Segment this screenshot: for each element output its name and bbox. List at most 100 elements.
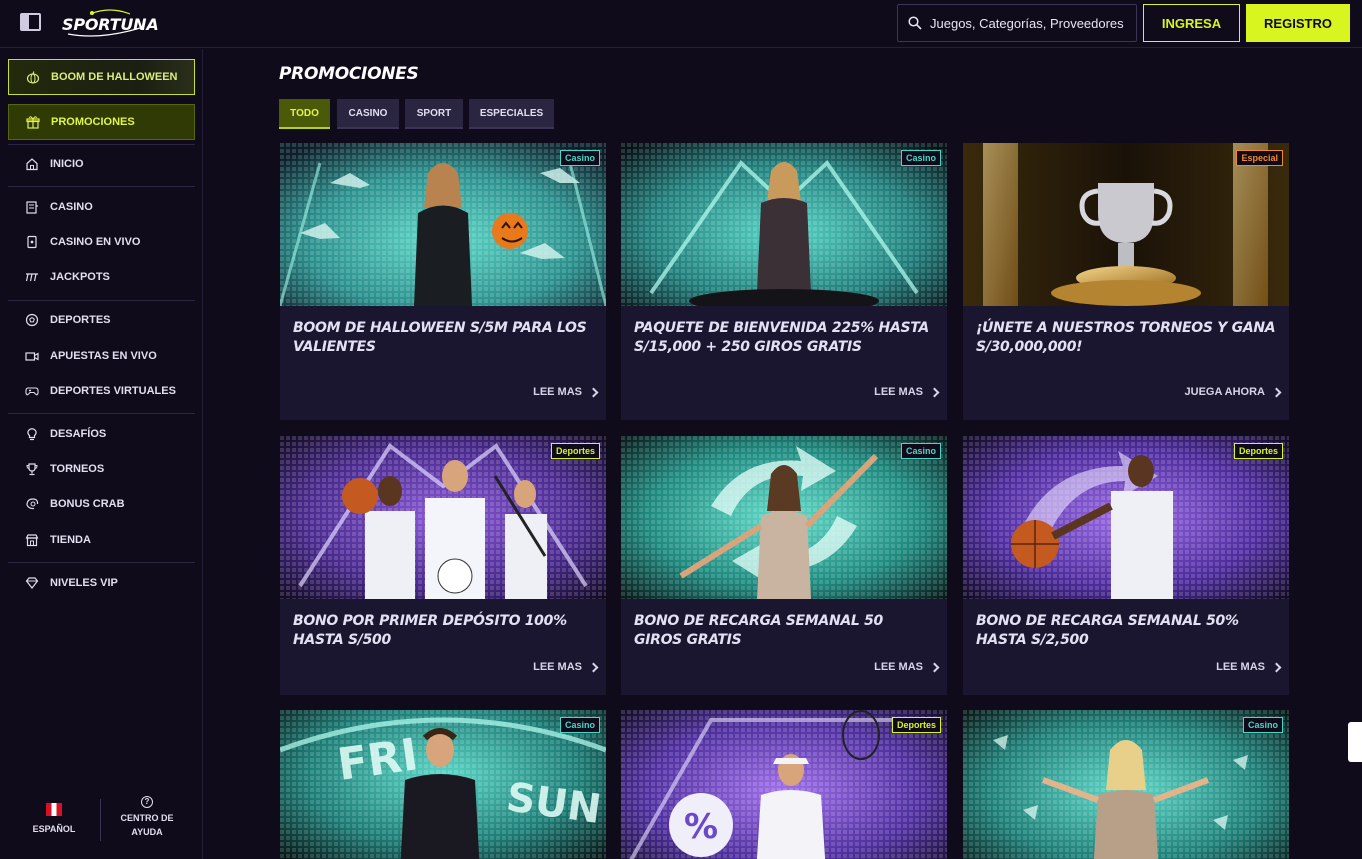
sidebar-footer: ESPAÑOL ? CENTRO DE AYUDA (0, 796, 202, 859)
cta-label: LEE MAS (1216, 661, 1265, 673)
sidebar-item-promociones[interactable]: PROMOCIONES (8, 104, 195, 140)
search-icon (908, 16, 922, 30)
sidebar-item-label: PROMOCIONES (51, 116, 135, 128)
sidebar-item-deportes[interactable]: DEPORTES (8, 304, 195, 336)
sidebar-item-label: DEPORTES VIRTUALES (50, 385, 176, 397)
promo-card[interactable]: Casino PAQUETE DE BIENVENIDA 225% HASTA … (621, 143, 947, 420)
chevron-right-icon (1271, 662, 1282, 672)
promo-card[interactable]: % Deportes (621, 710, 947, 859)
question-icon: ? (141, 796, 153, 808)
sidebar-item-tienda[interactable]: TIENDA (8, 524, 195, 556)
page-title: PROMOCIONES (279, 64, 419, 84)
promo-card[interactable]: Especial ¡ÚNETE A NUESTROS TORNEOS Y GAN… (963, 143, 1289, 420)
chevron-right-icon (1271, 387, 1282, 397)
lightbulb-icon (24, 426, 40, 442)
help-center-link[interactable]: ? CENTRO DE AYUDA (112, 796, 182, 839)
sidebar-item-halloween[interactable]: BOOM DE HALLOWEEN (8, 59, 195, 95)
logo[interactable]: SPORTUNA (60, 8, 160, 40)
sidebar-item-jackpots[interactable]: JACKPOTS (8, 261, 195, 293)
sidebar-item-label: JACKPOTS (50, 271, 110, 283)
category-badge: Deportes (1233, 443, 1283, 459)
sidebar-item-deportes-virtuales[interactable]: DEPORTES VIRTUALES (8, 375, 195, 407)
read-more-link[interactable]: LEE MAS (874, 386, 940, 398)
search-box[interactable] (897, 4, 1137, 42)
sidebar-toggle-icon[interactable] (20, 13, 41, 31)
sidebar-item-label: TIENDA (50, 534, 91, 546)
sidebar-item-casino-en-vivo[interactable]: CASINO EN VIVO (8, 226, 195, 258)
image-text-percent: % (684, 807, 718, 847)
sidebar-item-label: NIVELES VIP (50, 577, 118, 589)
sidebar-item-label: TORNEOS (50, 463, 105, 475)
read-more-link[interactable]: LEE MAS (1216, 661, 1282, 673)
trophy-icon (24, 461, 40, 477)
promo-card[interactable]: Deportes BONO POR PRIMER DEPÓSITO 100% H… (280, 436, 606, 695)
sidebar-item-label: CASINO (50, 201, 93, 213)
tab-todo[interactable]: TODO (279, 99, 330, 129)
live-casino-icon (24, 234, 40, 250)
promo-title: ¡ÚNETE A NUESTROS TORNEOS Y GANA S/30,00… (976, 320, 1276, 355)
tab-casino[interactable]: CASINO (337, 99, 399, 129)
sidebar-divider (8, 144, 195, 145)
soccer-ball-icon (24, 312, 40, 328)
promo-image: Casino (621, 143, 947, 306)
store-icon (24, 532, 40, 548)
promo-card[interactable]: Casino BOOM DE HALLOWEEN S/5M PARA LOS V… (280, 143, 606, 420)
sidebar-divider (8, 562, 195, 563)
promo-card[interactable]: Casino (963, 710, 1289, 859)
play-now-link[interactable]: JUEGA AHORA (1184, 386, 1282, 398)
promo-card[interactable]: Casino BONO DE RECARGA SEMANAL 50 GIROS … (621, 436, 947, 695)
sidebar-item-inicio[interactable]: INICIO (8, 148, 195, 180)
chevron-right-icon (588, 387, 599, 397)
gift-icon (25, 114, 41, 130)
sidebar-divider (8, 300, 195, 301)
tab-sport[interactable]: SPORT (405, 99, 463, 129)
login-button[interactable]: INGRESA (1143, 4, 1240, 42)
sidebar-item-label: CASINO EN VIVO (50, 236, 141, 248)
read-more-link[interactable]: LEE MAS (874, 661, 940, 673)
category-badge: Casino (900, 150, 941, 166)
promo-image: % Deportes (621, 710, 947, 859)
language-selector[interactable]: ESPAÑOL (24, 803, 84, 834)
sidebar-item-label: DESAFÍOS (50, 428, 107, 440)
pumpkin-icon (25, 69, 41, 85)
sidebar-item-label: DEPORTES (50, 314, 111, 326)
video-icon (24, 348, 40, 364)
register-button[interactable]: REGISTRO (1246, 4, 1350, 42)
read-more-link[interactable]: LEE MAS (533, 386, 599, 398)
tab-especiales[interactable]: ESPECIALES (469, 99, 554, 129)
promo-image: Especial (963, 143, 1289, 306)
sidebar-item-label: APUESTAS EN VIVO (50, 350, 157, 362)
sidebar-item-label: BOOM DE HALLOWEEN (51, 71, 178, 83)
cta-label: LEE MAS (533, 386, 582, 398)
promo-title: BOOM DE HALLOWEEN S/5M PARA LOS VALIENTE… (293, 320, 587, 355)
home-icon (24, 156, 40, 172)
promo-title: BONO DE RECARGA SEMANAL 50 GIROS GRATIS (634, 613, 883, 648)
sidebar-item-casino[interactable]: CASINO (8, 191, 195, 223)
sidebar-item-desafios[interactable]: DESAFÍOS (8, 418, 195, 450)
sidebar-item-bonus-crab[interactable]: BONUS CRAB (8, 488, 195, 520)
help-label-line2: AYUDA (131, 827, 163, 837)
sidebar-divider (8, 186, 195, 187)
sidebar-item-niveles-vip[interactable]: NIVELES VIP (8, 567, 195, 599)
promo-image: Casino (963, 710, 1289, 859)
feedback-side-tab[interactable] (1348, 722, 1362, 762)
promo-card[interactable]: FRI SUN Casino (280, 710, 606, 859)
sidebar-item-torneos[interactable]: TORNEOS (8, 453, 195, 485)
sidebar-item-apuestas-en-vivo[interactable]: APUESTAS EN VIVO (8, 340, 195, 372)
footer-divider (100, 799, 101, 841)
top-header: SPORTUNA INGRESA REGISTRO (0, 0, 1362, 48)
promo-image: Deportes (280, 436, 606, 599)
sidebar-divider (8, 413, 195, 414)
cta-label: JUEGA AHORA (1184, 386, 1265, 398)
read-more-link[interactable]: LEE MAS (533, 661, 599, 673)
promo-card[interactable]: Deportes BONO DE RECARGA SEMANAL 50% HAS… (963, 436, 1289, 695)
diamond-icon (24, 575, 40, 591)
promo-image: FRI SUN Casino (280, 710, 606, 859)
promo-title: BONO POR PRIMER DEPÓSITO 100% HASTA S/50… (293, 613, 567, 648)
category-badge: Casino (900, 443, 941, 459)
peru-flag-icon (46, 803, 62, 816)
sidebar-item-label: BONUS CRAB (50, 498, 125, 510)
search-input[interactable] (930, 15, 1130, 31)
sidebar-item-label: INICIO (50, 158, 84, 170)
chevron-right-icon (929, 387, 940, 397)
